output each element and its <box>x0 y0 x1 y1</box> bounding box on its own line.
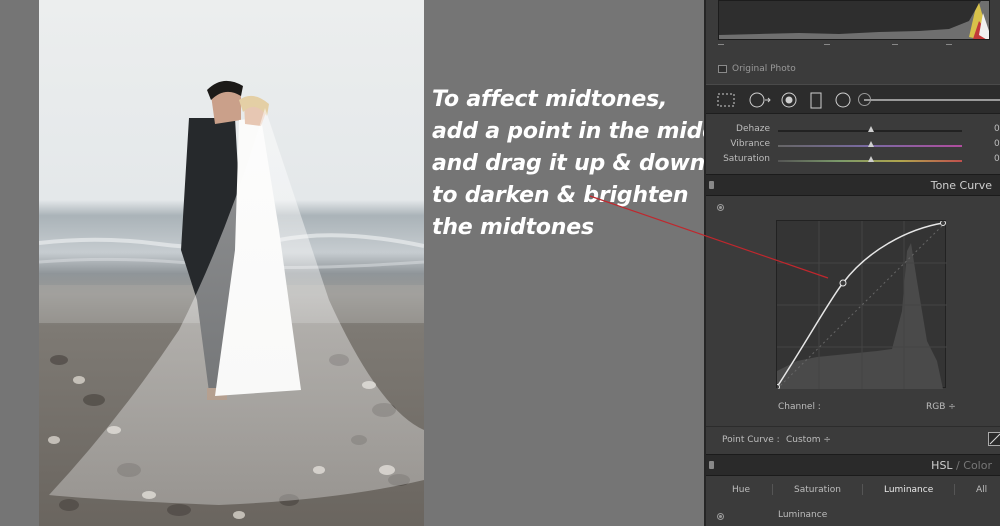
graduated-filter-icon[interactable] <box>810 92 822 110</box>
annotation-line: To affect midtones, <box>432 87 668 112</box>
slider-thumb[interactable] <box>868 156 874 162</box>
red-eye-icon[interactable] <box>780 92 798 110</box>
tab-saturation[interactable]: Saturation <box>794 485 841 495</box>
curve-point[interactable] <box>940 220 946 226</box>
tab-separator <box>862 484 863 495</box>
tone-curve-header[interactable]: Tone Curve <box>706 174 1000 196</box>
slider-value[interactable]: 0 <box>994 124 1000 134</box>
spot-removal-icon[interactable] <box>748 92 772 108</box>
tone-curve-plot[interactable] <box>774 220 948 390</box>
curve-point[interactable] <box>774 384 780 390</box>
curve-point[interactable] <box>839 279 847 287</box>
tone-curve-graph[interactable] <box>774 220 948 390</box>
slider-label: Saturation <box>723 154 770 164</box>
hsl-title-main[interactable]: HSL <box>931 459 952 472</box>
crop-overlay-icon[interactable] <box>716 92 736 108</box>
tab-hue[interactable]: Hue <box>732 485 750 495</box>
histogram-graph <box>719 1 989 39</box>
tab-luminance[interactable]: Luminance <box>884 485 933 495</box>
hsl-title-color[interactable]: Color <box>963 459 992 472</box>
hsl-tabs: Hue Saturation Luminance All <box>706 480 1000 500</box>
channel-dropdown[interactable]: RGB ÷ <box>926 402 956 412</box>
annotation-line: add a point in the middle <box>432 119 740 144</box>
slider-row-saturation[interactable]: Saturation 0 <box>706 154 1000 168</box>
histogram <box>718 0 990 40</box>
panel-toggle-icon[interactable] <box>709 181 714 189</box>
dropdown-arrows-icon[interactable]: ÷ <box>823 435 831 445</box>
wedding-photo <box>39 0 424 526</box>
adjustment-brush-slider[interactable] <box>864 99 1000 101</box>
slider-label: Vibrance <box>730 139 770 149</box>
slider-thumb[interactable] <box>868 126 874 132</box>
checkbox-icon[interactable] <box>718 65 727 73</box>
point-curve-label: Point Curve : <box>722 435 780 445</box>
hsl-title-sep: / <box>952 459 964 472</box>
histogram-ticks <box>718 44 990 50</box>
channel-label: Channel : <box>778 402 821 412</box>
point-curve-dropdown[interactable]: Custom ÷ <box>786 435 831 445</box>
original-photo-toggle[interactable]: Original Photo <box>718 64 796 74</box>
tone-curve-title: Tone Curve <box>930 179 992 192</box>
original-photo-label: Original Photo <box>732 64 796 74</box>
slider-value[interactable]: 0 <box>994 139 1000 149</box>
tab-all[interactable]: All <box>976 485 987 495</box>
annotation-line: to darken & brighten <box>432 183 689 208</box>
annotation-line: and drag it up & down <box>432 151 706 176</box>
targeted-adjustment-icon[interactable] <box>717 204 724 211</box>
radial-filter-icon[interactable] <box>834 92 852 110</box>
slider-label: Dehaze <box>736 124 770 134</box>
annotation-line: the midtones <box>432 215 594 240</box>
dropdown-arrows-icon[interactable]: ÷ <box>948 402 956 412</box>
develop-panel: Original Photo Dehaze 0 Vibrance 0 Satur… <box>704 0 1000 526</box>
slider-row-dehaze[interactable]: Dehaze 0 <box>706 124 1000 138</box>
panel-toggle-icon[interactable] <box>709 461 714 469</box>
tool-strip <box>706 84 1000 114</box>
point-curve-value[interactable]: Custom <box>786 435 820 445</box>
edit-point-curve-icon[interactable] <box>988 432 1000 446</box>
hsl-title: HSL / Color <box>931 459 992 472</box>
point-curve-row: Point Curve : Custom ÷ <box>706 426 1000 452</box>
slider-row-vibrance[interactable]: Vibrance 0 <box>706 139 1000 153</box>
photo-illustration <box>39 80 424 519</box>
targeted-adjustment-icon[interactable] <box>717 513 724 520</box>
slider-thumb[interactable] <box>868 141 874 147</box>
annotation-text: To affect midtones, add a point in the m… <box>432 84 740 244</box>
channel-value[interactable]: RGB <box>926 402 945 412</box>
tab-separator <box>954 484 955 495</box>
tab-separator <box>772 484 773 495</box>
hsl-header[interactable]: HSL / Color <box>706 454 1000 476</box>
slider-value[interactable]: 0 <box>994 154 1000 164</box>
luminance-sublabel: Luminance <box>778 510 828 520</box>
